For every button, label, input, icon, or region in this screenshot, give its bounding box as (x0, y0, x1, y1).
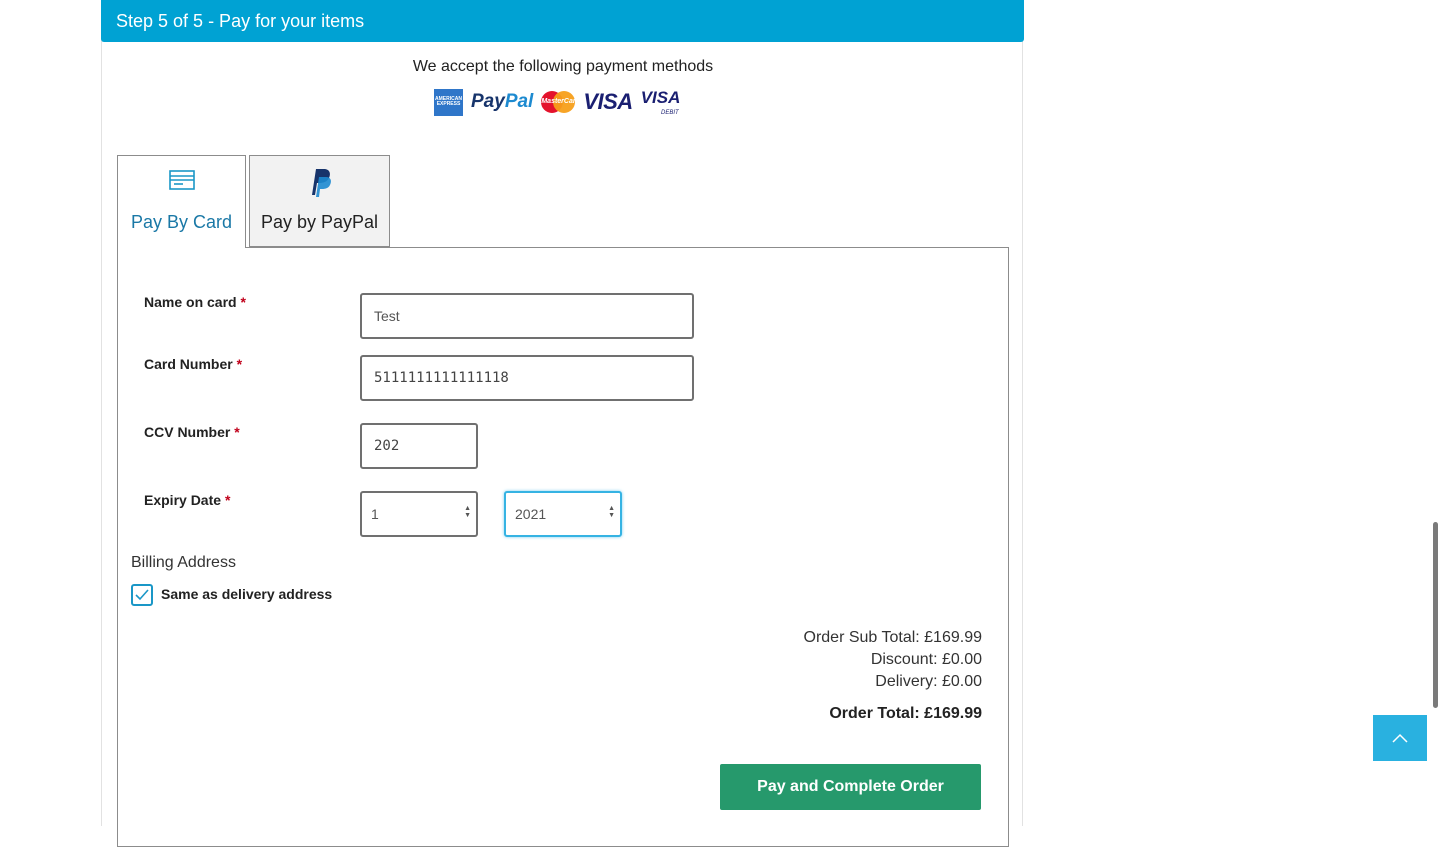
payment-logos: AMERICAN EXPRESS PayPal MasterCard VISA … (434, 87, 681, 117)
mastercard-logo: MasterCard (541, 91, 580, 113)
same-as-delivery-label[interactable]: Same as delivery address (161, 586, 332, 602)
card-number-label: Card Number * (144, 356, 243, 372)
select-arrows-icon: ▲ ▼ (608, 505, 615, 519)
tab-label: Pay by PayPal (260, 212, 379, 232)
tab-pay-by-paypal[interactable]: Pay by PayPal (249, 155, 390, 247)
paypal-logo: PayPal (471, 91, 534, 112)
pay-and-complete-order-button[interactable]: Pay and Complete Order (720, 764, 981, 810)
ccv-number-label: CCV Number * (144, 424, 240, 440)
scrollbar-thumb[interactable] (1433, 522, 1438, 708)
scroll-to-top-button[interactable] (1373, 715, 1427, 761)
order-sub-total: Order Sub Total: £169.99 (803, 629, 983, 646)
page-scrollbar[interactable] (1433, 0, 1440, 826)
chevron-up-icon (1392, 733, 1408, 743)
credit-card-icon (168, 170, 195, 190)
expiry-date-label: Expiry Date * (144, 492, 231, 508)
order-totals: Order Sub Total: £169.99 Discount: £0.00… (804, 627, 983, 725)
name-on-card-label: Name on card * (144, 294, 246, 310)
ccv-number-field[interactable]: 202 (360, 423, 478, 469)
checkmark-icon (135, 589, 149, 601)
name-on-card-field[interactable]: Test (360, 293, 694, 339)
same-as-delivery-checkbox[interactable] (131, 584, 153, 606)
discount: Discount: £0.00 (870, 651, 982, 668)
tab-label: Pay By Card (130, 212, 233, 232)
amex-logo: AMERICAN EXPRESS (434, 88, 463, 116)
tab-pay-by-card[interactable]: Pay By Card (117, 155, 246, 248)
checkout-step-panel: Step 5 of 5 - Pay for your items We acce… (101, 0, 1024, 847)
paypal-icon (311, 169, 331, 197)
select-arrows-icon: ▲ ▼ (464, 505, 471, 519)
visa-logo: VISA (583, 89, 633, 114)
card-payment-form: Name on card * Test Card Number * 511111… (117, 247, 1009, 847)
expiry-month-select[interactable]: 1 ▲ ▼ (360, 491, 478, 537)
delivery: Delivery: £0.00 (875, 673, 982, 690)
billing-address-heading: Billing Address (131, 554, 236, 571)
step-header: Step 5 of 5 - Pay for your items (101, 0, 1024, 42)
visa-debit-logo: VISA DEBIT (640, 88, 681, 116)
expiry-year-select[interactable]: 2021 ▲ ▼ (504, 491, 622, 537)
card-number-field[interactable]: 5111111111111118 (360, 355, 694, 401)
order-total: Order Total: £169.99 (829, 705, 982, 722)
accepted-methods-text: We accept the following payment methods (412, 58, 714, 75)
